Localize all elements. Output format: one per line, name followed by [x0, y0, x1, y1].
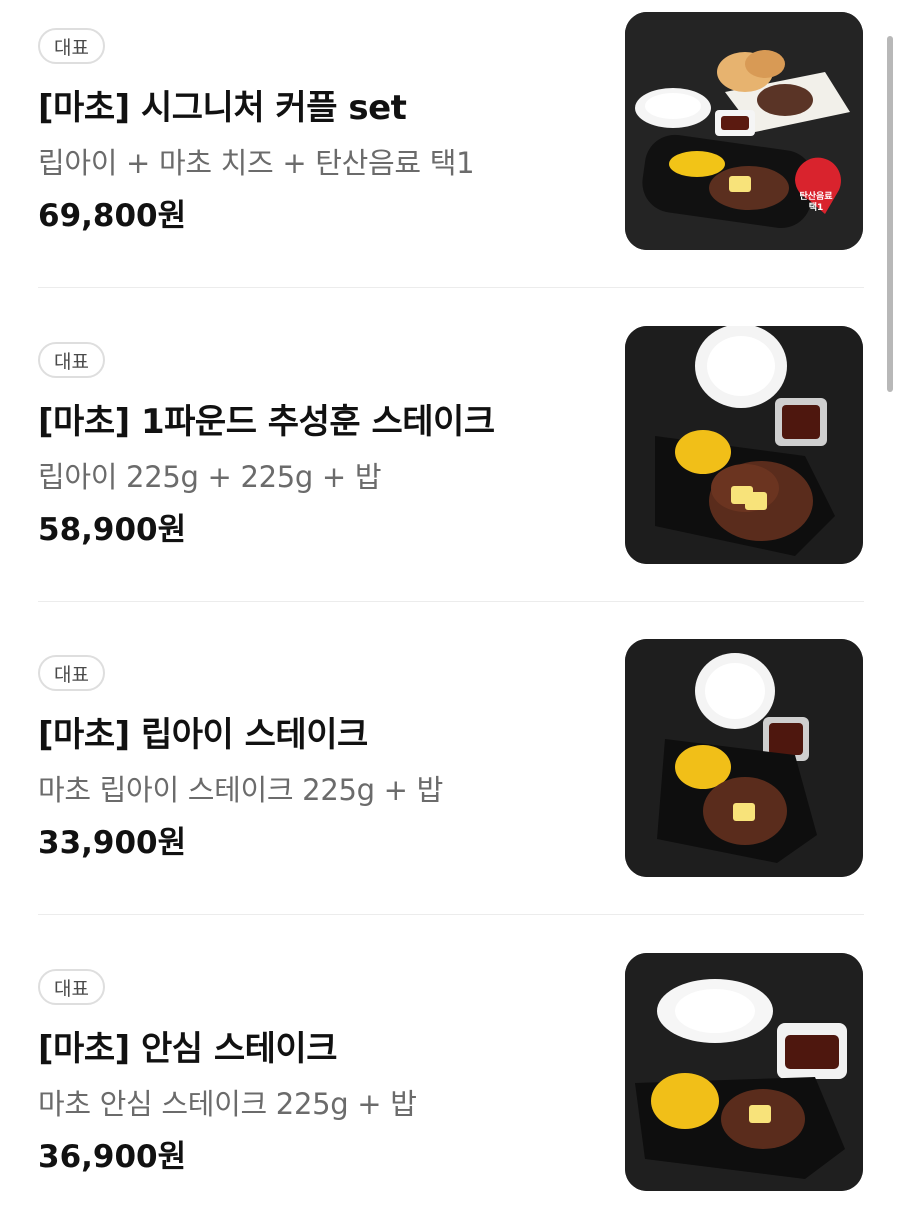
representative-badge: 대표: [38, 969, 105, 1005]
divider: [38, 914, 864, 915]
menu-item-description: 마초 안심 스테이크 225g + 밥: [38, 1087, 417, 1121]
menu-item-description: 립아이 225g + 225g + 밥: [38, 460, 382, 494]
divider: [38, 601, 864, 602]
menu-item-price: 33,900원: [38, 825, 187, 861]
steak-set-photo-icon: 탄산음료 택1: [625, 12, 863, 250]
menu-item-photo[interactable]: 탄산음료 택1: [625, 12, 863, 250]
menu-item-ribeye-steak[interactable]: 대표 [마초] 립아이 스테이크 마초 립아이 스테이크 225g + 밥 33…: [38, 627, 864, 877]
menu-item-tenderloin-steak[interactable]: 대표 [마초] 안심 스테이크 마초 안심 스테이크 225g + 밥 36,9…: [38, 941, 864, 1191]
menu-item-description: 립아이 + 마초 치즈 + 탄산음료 택1: [38, 146, 475, 180]
tenderloin-steak-photo-icon: [625, 953, 863, 1191]
menu-item-photo[interactable]: [625, 326, 863, 564]
menu-item-price: 69,800원: [38, 198, 187, 234]
representative-badge: 대표: [38, 342, 105, 378]
svg-text:탄산음료: 탄산음료: [799, 190, 833, 202]
menu-item-price: 58,900원: [38, 512, 187, 548]
representative-badge: 대표: [38, 655, 105, 691]
ribeye-steak-photo-icon: [625, 639, 863, 877]
menu-item-price: 36,900원: [38, 1139, 187, 1175]
menu-list: 대표 [마초] 시그니처 커플 set 립아이 + 마초 치즈 + 탄산음료 택…: [0, 0, 900, 1210]
menu-item-signature-couple-set[interactable]: 대표 [마초] 시그니처 커플 set 립아이 + 마초 치즈 + 탄산음료 택…: [38, 0, 864, 250]
menu-item-one-pound-steak[interactable]: 대표 [마초] 1파운드 추성훈 스테이크 립아이 225g + 225g + …: [38, 314, 864, 564]
menu-item-description: 마초 립아이 스테이크 225g + 밥: [38, 773, 443, 807]
menu-item-title: [마초] 시그니처 커플 set: [38, 88, 407, 128]
menu-item-title: [마초] 1파운드 추성훈 스테이크: [38, 402, 495, 442]
menu-item-photo[interactable]: [625, 639, 863, 877]
svg-text:택1: 택1: [809, 202, 824, 213]
divider: [38, 287, 864, 288]
menu-item-photo[interactable]: [625, 953, 863, 1191]
menu-item-title: [마초] 안심 스테이크: [38, 1029, 338, 1069]
menu-item-title: [마초] 립아이 스테이크: [38, 715, 368, 755]
vertical-scrollbar[interactable]: [887, 36, 893, 392]
representative-badge: 대표: [38, 28, 105, 64]
ribeye-double-steak-photo-icon: [625, 326, 863, 564]
